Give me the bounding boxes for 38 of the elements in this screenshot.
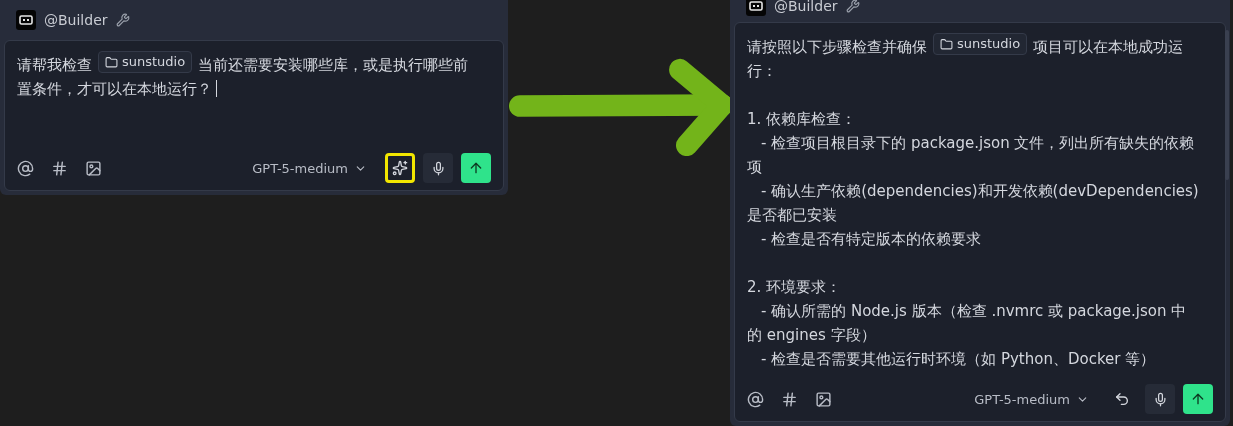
list-item: - 检查是否有特定版本的依赖要求 (760, 228, 983, 250)
tools-icon (845, 0, 860, 13)
section-heading: 2. 环境要求： (747, 276, 843, 298)
send-button[interactable] (461, 153, 491, 183)
enhance-button[interactable] (385, 153, 415, 183)
bot-logo-icon (16, 10, 36, 30)
list-item: - 检查项目根目录下的 package.json 文件，列出所有缺失的依赖项 (747, 132, 1196, 178)
image-icon (85, 159, 102, 177)
folder-icon (105, 55, 118, 69)
microphone-icon (430, 160, 446, 176)
agent-name: @Builder (774, 0, 838, 14)
undo-icon (1114, 391, 1130, 407)
at-sign-icon (17, 159, 34, 177)
folder-chip[interactable]: sunstudio (98, 51, 193, 73)
message-box[interactable]: 请帮我检查 sunstudio 当前还需要安装哪些库，或是执行哪些前置条件，才可以在本地运行？ GPT-5-medium (4, 40, 504, 191)
microphone-button[interactable] (423, 153, 453, 183)
section-heading: 1. 依赖库检查： (747, 108, 858, 130)
hash-icon (781, 390, 798, 408)
folder-chip[interactable]: sunstudio (933, 33, 1028, 55)
list-item: - 检查是否需要其他运行时环境（如 Python、Docker 等） (760, 348, 1157, 370)
message-text: 请按照以下步骤检查并确保 sunstudio 项目可以在本地成功运行： (747, 33, 1199, 83)
list-item: - 确认所需的 Node.js 版本（检查 .nvmrc 或 package.json 中的 engines 字段） (747, 300, 1188, 346)
microphone-icon (1152, 391, 1168, 407)
message-text: 请帮我检查 sunstudio 当前还需要安装哪些库，或是执行哪些前置条件，才可以在本地运行？ (17, 51, 477, 101)
folder-icon (940, 37, 953, 51)
tools-icon (115, 13, 130, 27)
scrollbar[interactable] (1225, 30, 1229, 180)
sparkle-icon (392, 160, 408, 176)
hash-icon (51, 159, 68, 177)
model-selector[interactable]: GPT-5-medium (252, 160, 367, 176)
agent-name: @Builder (44, 12, 108, 28)
microphone-button[interactable] (1145, 384, 1175, 414)
bot-logo-icon (746, 0, 766, 16)
list-item: - 确认生产依赖(dependencies)和开发依赖(devDependencies)是否都已安装 (747, 180, 1199, 226)
model-selector[interactable]: GPT-5-medium (974, 391, 1089, 407)
image-icon (815, 390, 832, 408)
at-sign-icon (747, 390, 764, 408)
send-button[interactable] (1183, 384, 1213, 414)
